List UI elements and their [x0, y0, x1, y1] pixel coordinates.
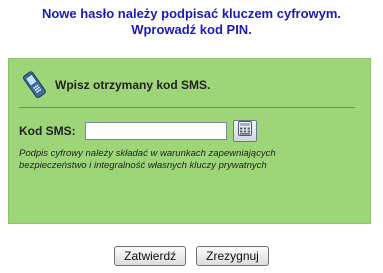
instruction-line-1: Nowe hasło należy podpisać kluczem cyfro…: [41, 6, 342, 21]
dialog-buttons: Zatwierdź Zrezygnuj: [0, 246, 383, 266]
instruction-header: Nowe hasło należy podpisać kluczem cyfro…: [0, 6, 383, 38]
sms-code-panel: Wpisz otrzymany kod SMS. Kod SMS: Podpis…: [8, 58, 371, 224]
instruction-line-2: Wprowadź kod PIN.: [131, 22, 252, 37]
note-line-2: bezpieczeństwo i integralność własnych k…: [19, 160, 267, 171]
panel-divider: [19, 107, 355, 108]
virtual-keypad-button[interactable]: [233, 120, 257, 142]
sms-code-label: Kod SMS:: [19, 124, 76, 138]
sms-panel-header: Wpisz otrzymany kod SMS.: [19, 69, 359, 101]
sms-code-input[interactable]: [85, 122, 227, 140]
signing-security-note: Podpis cyfrowy należy składać w warunkac…: [19, 148, 349, 172]
mobile-phone-icon: [19, 70, 49, 100]
sms-code-row: Kod SMS:: [19, 119, 257, 143]
virtual-keypad-icon: [238, 121, 252, 141]
cancel-button[interactable]: Zrezygnuj: [196, 246, 269, 266]
confirm-button[interactable]: Zatwierdź: [114, 246, 187, 266]
sms-panel-title: Wpisz otrzymany kod SMS.: [55, 78, 211, 92]
note-line-1: Podpis cyfrowy należy składać w warunkac…: [19, 148, 276, 159]
